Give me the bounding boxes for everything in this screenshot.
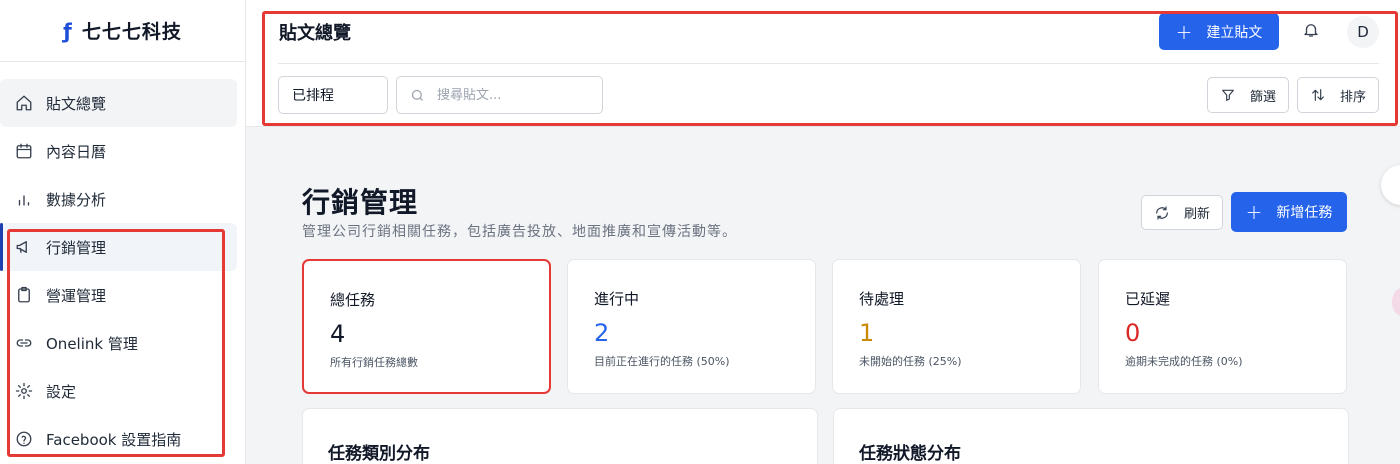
link-icon — [15, 334, 33, 352]
create-post-label: 建立貼文 — [1206, 24, 1263, 41]
sidebar-item-label: 設定 — [46, 382, 77, 401]
sidebar-item-operations[interactable]: 營運管理 — [0, 271, 237, 319]
sidebar-item-label: 營運管理 — [46, 286, 107, 305]
clipboard-icon — [15, 286, 33, 304]
stat-card-total[interactable]: 總任務 4 所有行銷任務總數 — [302, 259, 551, 394]
status-distribution-panel: 任務狀態分布 — [833, 408, 1349, 464]
home-icon — [15, 94, 33, 112]
sort-icon — [1312, 89, 1324, 101]
brand-name: 七七七科技 — [81, 21, 182, 43]
sidebar-item-facebook-guide[interactable]: Facebook 設置指南 — [0, 415, 237, 463]
sidebar-item-settings[interactable]: 設定 — [0, 367, 237, 415]
calendar-icon — [15, 142, 33, 160]
stat-value: 1 — [859, 319, 875, 347]
filter-label: 篩選 — [1249, 89, 1276, 105]
refresh-icon — [1156, 205, 1168, 220]
stat-desc: 目前正在進行的任務 (50%) — [594, 355, 730, 368]
sidebar-item-onelink[interactable]: Onelink 管理 — [0, 319, 237, 367]
sidebar-item-analytics[interactable]: 數據分析 — [0, 175, 237, 223]
search-box[interactable] — [396, 76, 603, 114]
brand[interactable]: ƒ 七七七科技 — [0, 0, 245, 62]
section-title: 行銷管理 — [302, 186, 419, 219]
refresh-button[interactable]: 刷新 — [1141, 195, 1223, 230]
new-task-button[interactable]: + 新增任務 — [1231, 192, 1347, 232]
sidebar-item-label: 貼文總覽 — [46, 94, 107, 113]
stat-desc: 未開始的任務 (25%) — [859, 355, 962, 368]
gear-icon — [15, 382, 33, 400]
bell-icon[interactable] — [1302, 21, 1320, 39]
stat-card-delayed[interactable]: 已延遲 0 逾期未完成的任務 (0%) — [1098, 259, 1347, 394]
sidebar-item-marketing[interactable]: 行銷管理 — [0, 223, 237, 271]
megaphone-icon — [15, 238, 33, 256]
bar-chart-icon — [15, 190, 33, 208]
floating-edge-button[interactable] — [1381, 165, 1400, 205]
new-task-label: 新增任務 — [1276, 205, 1333, 221]
panel-title: 任務狀態分布 — [859, 444, 961, 464]
sidebar-item-content-calendar[interactable]: 內容日曆 — [0, 127, 237, 175]
header-divider — [278, 63, 1379, 64]
create-post-button[interactable]: + 建立貼文 — [1159, 13, 1279, 50]
plus-icon: + — [1245, 200, 1263, 224]
stat-value: 2 — [594, 319, 610, 347]
avatar[interactable]: D — [1347, 16, 1379, 48]
stat-card-in-progress[interactable]: 進行中 2 目前正在進行的任務 (50%) — [567, 259, 816, 394]
sidebar-item-posts-overview[interactable]: 貼文總覽 — [0, 79, 237, 127]
sidebar-item-label: Facebook 設置指南 — [46, 430, 182, 449]
stat-label: 總任務 — [330, 291, 376, 309]
sort-button[interactable]: 排序 — [1297, 77, 1379, 113]
filter-button[interactable]: 篩選 — [1207, 77, 1289, 113]
sidebar-item-label: Onelink 管理 — [46, 334, 138, 353]
plus-icon: + — [1175, 19, 1193, 44]
filter-icon — [1222, 89, 1234, 101]
stat-label: 進行中 — [594, 290, 640, 308]
category-distribution-panel: 任務類別分布 — [302, 408, 818, 464]
sidebar-item-label: 內容日曆 — [46, 142, 107, 161]
sort-label: 排序 — [1339, 89, 1366, 105]
stat-card-pending[interactable]: 待處理 1 未開始的任務 (25%) — [832, 259, 1081, 394]
stat-desc: 所有行銷任務總數 — [330, 356, 418, 369]
page-title: 貼文總覽 — [279, 23, 351, 44]
refresh-label: 刷新 — [1183, 207, 1210, 222]
stat-label: 已延遲 — [1125, 290, 1171, 308]
sidebar-nav: 貼文總覽 內容日曆 數據分析 行銷管理 營運管理 Onelink 管理 設定 F… — [0, 62, 245, 463]
search-icon — [411, 89, 423, 101]
sidebar-item-label: 行銷管理 — [46, 238, 107, 257]
search-input[interactable] — [437, 87, 587, 103]
facebook-icon: ƒ — [63, 18, 72, 43]
sidebar-item-label: 數據分析 — [46, 190, 107, 209]
status-filter-select[interactable]: 已排程 — [278, 76, 388, 114]
floating-edge-widget[interactable] — [1392, 288, 1400, 316]
stat-desc: 逾期未完成的任務 (0%) — [1125, 355, 1243, 368]
panel-title: 任務類別分布 — [328, 444, 430, 464]
sidebar: ƒ 七七七科技 貼文總覽 內容日曆 數據分析 行銷管理 營運管理 Onelink… — [0, 0, 246, 464]
help-circle-icon — [15, 430, 33, 448]
stat-value: 0 — [1125, 319, 1141, 347]
section-subtitle: 管理公司行銷相關任務，包括廣告投放、地面推廣和宣傳活動等。 — [302, 224, 737, 240]
stat-label: 待處理 — [859, 290, 905, 308]
stat-value: 4 — [330, 320, 346, 348]
